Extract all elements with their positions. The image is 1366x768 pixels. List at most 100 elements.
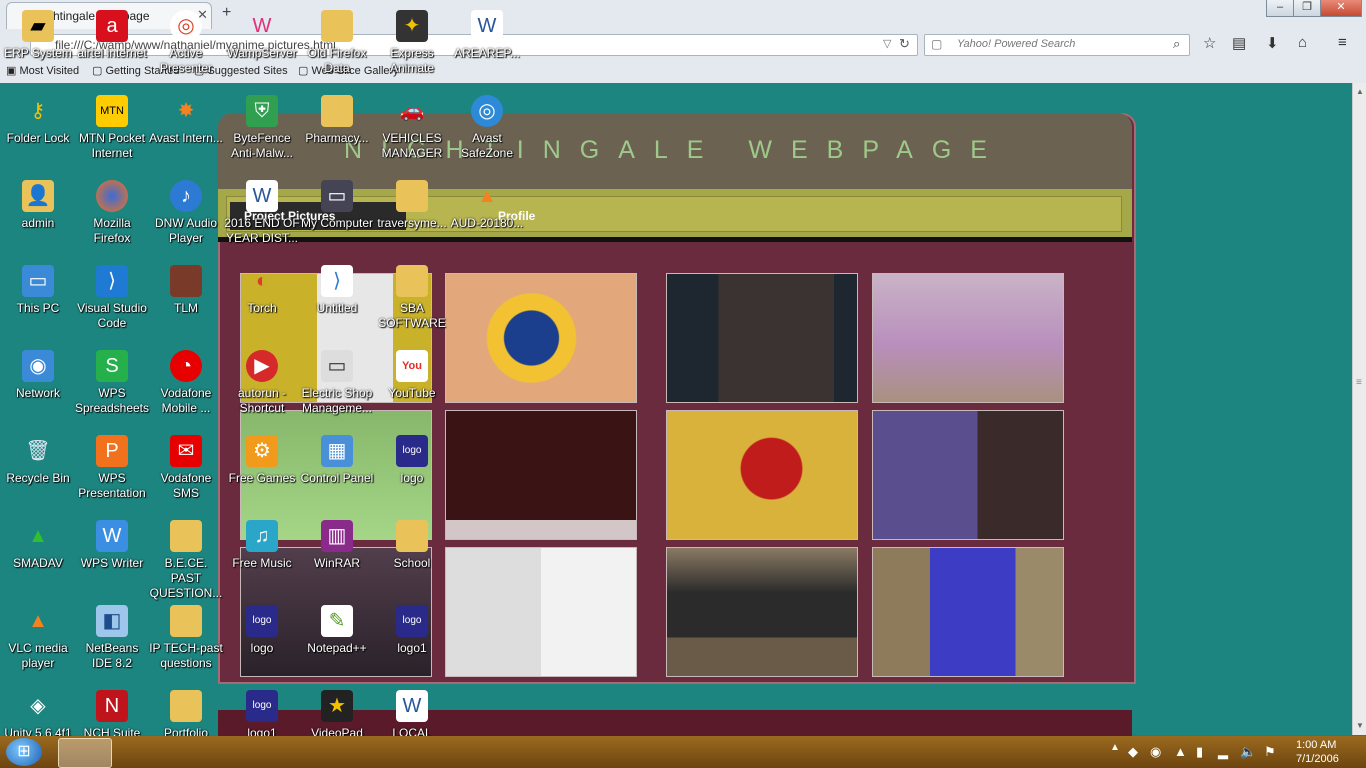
desktop-icon-vlc[interactable]: ▲ VLC media player (0, 601, 76, 683)
desktop-icon-pharmacy[interactable]: Pharmacy... (299, 91, 375, 173)
taskbar-app-firefox[interactable] (58, 738, 112, 768)
desktop-icon-logo-2[interactable]: logo logo (374, 431, 450, 513)
search-icon[interactable]: ⌕ (1173, 36, 1180, 52)
folder-icon (170, 605, 202, 637)
desktop-icon-autorun-shortcut[interactable]: ▶ autorun - Shortcut (224, 346, 300, 428)
download-icon[interactable]: ⬇ (1266, 34, 1279, 52)
home-icon[interactable]: ⌂ (1298, 34, 1307, 51)
desktop-icon-wps-writer[interactable]: W WPS Writer (74, 516, 150, 598)
desktop-icon-arearep[interactable]: W AREAREP... (449, 6, 525, 88)
desktop-icon-avast-internet[interactable]: ✸ Avast Intern... (148, 91, 224, 173)
desktop-icon-free-music[interactable]: ♫ Free Music (224, 516, 300, 598)
desktop-icon-school[interactable]: School (374, 516, 450, 598)
desktop-icon-logo[interactable]: logo logo (224, 601, 300, 683)
desktop-icon-2016-end-of-year[interactable]: W 2016 END OF YEAR DIST... (224, 176, 300, 258)
desktop-icon-vodafone-mobile[interactable]: ◔ Vodafone Mobile ... (148, 346, 224, 428)
desktop-icon-express-animate[interactable]: ✦ Express Animate (374, 6, 450, 88)
reload-icon[interactable]: ↻ (899, 36, 910, 52)
key-icon: ⚷ (30, 100, 46, 122)
tray-app-icon[interactable]: ◆ (1128, 744, 1138, 760)
menu-icon[interactable]: ≡ (1338, 34, 1347, 51)
desktop-icon-airtel[interactable]: a airtel internet (74, 6, 150, 88)
clock-time[interactable]: 1:00 AM (1296, 739, 1336, 751)
computer-icon: ▭ (321, 180, 353, 212)
folder-icon (170, 520, 202, 552)
tray-device-icon[interactable]: ▮ (1196, 744, 1203, 760)
desktop-icon-old-firefox-data[interactable]: Old Firefox Data (299, 6, 375, 88)
tray-signal-icon[interactable]: ▂ (1218, 744, 1228, 760)
desktop-icon-mtn[interactable]: MTN MTN Pocket Internet (74, 91, 150, 173)
project-thumbnail[interactable] (872, 273, 1064, 403)
logo-image-icon: logo (246, 605, 278, 637)
desktop-icon-wps-presentation[interactable]: P WPS Presentation (74, 431, 150, 513)
search-engine-icon[interactable]: ▢ (931, 37, 942, 51)
project-thumbnail[interactable] (445, 547, 637, 677)
desktop-icon-my-computer[interactable]: ▭ My Computer (299, 176, 375, 258)
folder-icon (321, 10, 353, 42)
dropdown-icon[interactable]: ▽ (883, 37, 891, 50)
desktop-icon-notepadpp[interactable]: ✎ Notepad++ (299, 601, 375, 683)
tlm-image-icon (170, 265, 202, 297)
desktop-icon-wampserver[interactable]: W WampServer (224, 6, 300, 88)
desktop-icon-folder-lock[interactable]: ⚷ Folder Lock (0, 91, 76, 173)
desktop-icon-tlm[interactable]: TLM (148, 261, 224, 343)
desktop-icon-traversymedia[interactable]: traversyme... (374, 176, 450, 258)
maximize-button[interactable]: ❐ (1293, 0, 1321, 17)
tray-flag-icon[interactable]: ⚑ (1264, 744, 1276, 760)
desktop-icon-aud-2018[interactable]: ▲ AUD-20180... (449, 176, 525, 258)
project-thumbnail[interactable] (445, 410, 637, 540)
desktop-icon-vodafone-sms[interactable]: ✉ Vodafone SMS (148, 431, 224, 513)
reading-list-icon[interactable]: ▤ (1232, 34, 1246, 52)
scrollbar[interactable]: ▲ ≡ ▼ (1352, 83, 1366, 735)
project-thumbnail[interactable] (872, 410, 1064, 540)
desktop-icon-avast-safezone[interactable]: ◎ Avast SafeZone (449, 91, 525, 173)
desktop-icon-electric-shop[interactable]: ▭ Electric Shop Manageme... (299, 346, 375, 428)
desktop-icon-this-pc[interactable]: ▭ This PC (0, 261, 76, 343)
bookmark-star-icon[interactable]: ☆ (1203, 34, 1216, 52)
tray-network-icon[interactable]: ◉ (1150, 744, 1161, 760)
tray-expand-icon[interactable]: ▲ (1110, 742, 1120, 753)
desktop-icon-vehicles-manager[interactable]: 🚗 VEHICLES MANAGER (374, 91, 450, 173)
desktop-icon-untitled[interactable]: ⟩ Untitled (299, 261, 375, 343)
project-thumbnail[interactable] (445, 273, 637, 403)
desktop-icon-wps-spreadsheets[interactable]: S WPS Spreadsheets (74, 346, 150, 428)
search-bar[interactable]: ▢ Yahoo! Powered Search ⌕ (924, 34, 1190, 56)
desktop-icon-vscode[interactable]: ⟩ Visual Studio Code (74, 261, 150, 343)
notepad-icon: ✎ (321, 605, 353, 637)
desktop-icon-firefox[interactable]: Mozilla Firefox (74, 176, 150, 258)
desktop-icon-sba-software[interactable]: SBA SOFTWARE (374, 261, 450, 343)
avast-icon: ✸ (177, 100, 195, 122)
desktop-icon-dnw-audio[interactable]: ♪ DNW Audio Player (148, 176, 224, 258)
desktop-icon-bytefence[interactable]: ⛨ ByteFence Anti-Malw... (224, 91, 300, 173)
project-thumbnail[interactable] (872, 547, 1064, 677)
project-thumbnail[interactable] (666, 410, 858, 540)
desktop-icon-network[interactable]: ◉ Network (0, 346, 76, 428)
desktop-icon-torch[interactable]: ◐ Torch (224, 261, 300, 343)
desktop-icon-recycle-bin[interactable]: 🗑 Recycle Bin (0, 431, 76, 513)
clock-date[interactable]: 7/1/2006 (1296, 753, 1339, 765)
user-folder-icon: 👤 (22, 180, 54, 212)
desktop-icon-netbeans[interactable]: ◧ NetBeans IDE 8.2 (74, 601, 150, 683)
start-button[interactable]: ⊞ (6, 738, 42, 766)
desktop-icon-bece-past-question[interactable]: B.E.CE. PAST QUESTION... (148, 516, 224, 600)
desktop-icon-logo1-2[interactable]: logo logo1 (374, 601, 450, 683)
desktop-icon-ip-tech[interactable]: IP TECH-past questions (148, 601, 224, 683)
word-doc-icon: W (396, 690, 428, 722)
control-panel-icon: ▦ (321, 435, 353, 467)
minimize-button[interactable]: – (1266, 0, 1294, 17)
desktop-icon-active-presenter[interactable]: ◎ Active Presenter (148, 6, 224, 88)
videopad-icon: ★ (321, 690, 353, 722)
desktop-icon-youtube[interactable]: You YouTube (374, 346, 450, 428)
tray-volume-icon[interactable]: 🔈 (1240, 744, 1256, 760)
tray-smadav-icon[interactable]: ▲ (1174, 744, 1187, 759)
folder-icon: ▰ (22, 10, 54, 42)
desktop-icon-free-games[interactable]: ⚙ Free Games (224, 431, 300, 513)
project-thumbnail[interactable] (666, 273, 858, 403)
close-window-button[interactable]: ✕ (1320, 0, 1362, 17)
desktop-icon-winrar[interactable]: ▥ WinRAR (299, 516, 375, 598)
desktop-icon-smadav[interactable]: ▲ SMADAV (0, 516, 76, 598)
project-thumbnail[interactable] (666, 547, 858, 677)
desktop-icon-control-panel[interactable]: ▦ Control Panel (299, 431, 375, 513)
desktop-icon-admin[interactable]: 👤 admin (0, 176, 76, 258)
desktop-icon-erp-system[interactable]: ▰ ERP System (0, 6, 76, 88)
